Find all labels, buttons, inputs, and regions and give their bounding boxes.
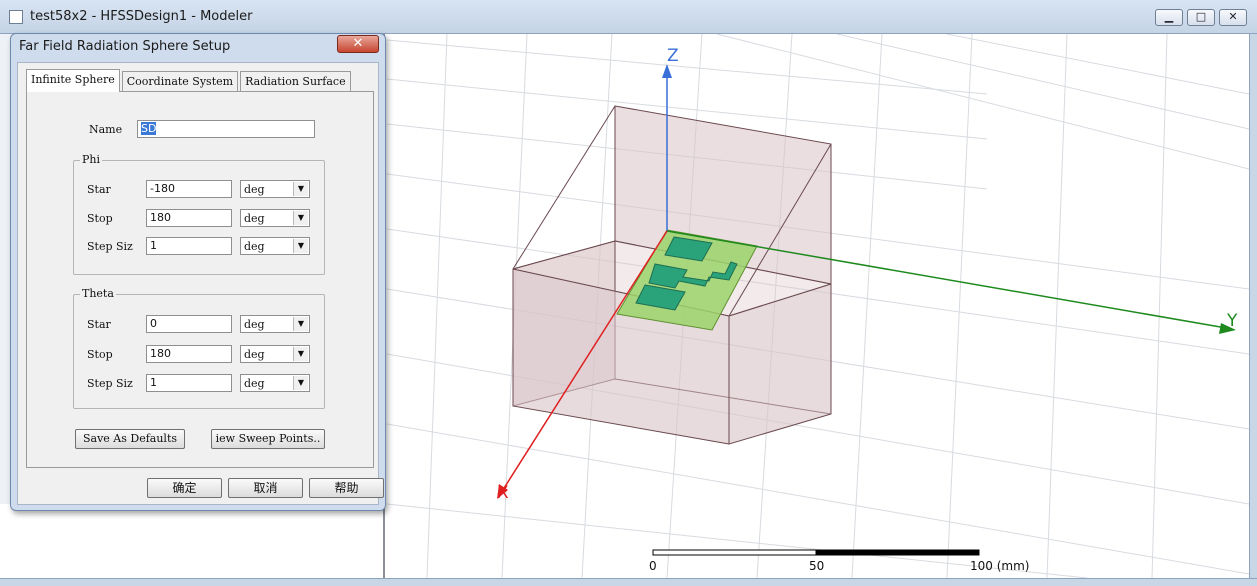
- chevron-down-icon: ▼: [293, 239, 308, 253]
- theta-group-title: Theta: [80, 287, 116, 300]
- help-button[interactable]: 帮助: [309, 478, 384, 498]
- phi-stop-label: Stop: [87, 212, 113, 225]
- phi-step-input[interactable]: 1: [146, 237, 232, 255]
- scale-label-max: 100 (mm): [970, 559, 1030, 573]
- minimize-button[interactable]: ▁: [1155, 9, 1183, 26]
- far-field-setup-dialog: Far Field Radiation Sphere Setup ✕ Infin…: [10, 33, 386, 511]
- phi-start-input[interactable]: -180: [146, 180, 232, 198]
- phi-group-title: Phi: [80, 153, 103, 166]
- phi-stop-input[interactable]: 180: [146, 209, 232, 227]
- axis-label-x: X: [497, 483, 509, 503]
- chevron-down-icon: ▼: [293, 347, 308, 361]
- cancel-button[interactable]: 取消: [228, 478, 303, 498]
- phi-step-label: Step Siz: [87, 240, 133, 253]
- window-title: test58x2 - HFSSDesign1 - Modeler: [30, 9, 253, 24]
- theta-step-unit-select[interactable]: deg ▼: [240, 374, 310, 392]
- chevron-down-icon: ▼: [293, 317, 308, 331]
- theta-start-input[interactable]: 0: [146, 315, 232, 333]
- theta-step-unit-value: deg: [244, 377, 265, 390]
- dialog-body: Infinite Sphere Coordinate System Radiat…: [17, 62, 384, 505]
- theta-stop-label: Stop: [87, 348, 113, 361]
- theta-step-input[interactable]: 1: [146, 374, 232, 392]
- theta-start-unit-select[interactable]: deg ▼: [240, 315, 310, 333]
- maximize-button[interactable]: □: [1187, 9, 1215, 26]
- window-bottom-border: [0, 578, 1257, 586]
- phi-start-label: Star: [87, 183, 111, 196]
- theta-start-unit-value: deg: [244, 318, 265, 331]
- window-right-border: [1249, 34, 1257, 578]
- infinite-sphere-panel: Name SD Phi Star -180 deg ▼ Stop 180 deg ▼…: [26, 91, 374, 468]
- phi-start-unit-value: deg: [244, 183, 265, 196]
- chevron-down-icon: ▼: [293, 182, 308, 196]
- name-field[interactable]: SD: [137, 120, 315, 138]
- phi-step-unit-value: deg: [244, 240, 265, 253]
- theta-stop-input[interactable]: 180: [146, 345, 232, 363]
- phi-step-unit-select[interactable]: deg ▼: [240, 237, 310, 255]
- axis-label-z: Z: [667, 46, 679, 66]
- phi-stop-unit-select[interactable]: deg ▼: [240, 209, 310, 227]
- close-button[interactable]: ✕: [1219, 9, 1247, 26]
- theta-step-label: Step Siz: [87, 377, 133, 390]
- window-controls: ▁ □ ✕: [1151, 9, 1247, 26]
- phi-group: Phi Star -180 deg ▼ Stop 180 deg ▼ Step Si…: [73, 153, 325, 275]
- main-titlebar: test58x2 - HFSSDesign1 - Modeler ▁ □ ✕: [0, 0, 1257, 34]
- chevron-down-icon: ▼: [293, 211, 308, 225]
- view-sweep-points-button[interactable]: iew Sweep Points..: [211, 429, 325, 449]
- modeler-viewport[interactable]: Z Y X 0 50 100 (mm): [387, 34, 1249, 578]
- name-label: Name: [89, 123, 123, 136]
- app-icon: [9, 10, 23, 24]
- tab-strip: Infinite Sphere Coordinate System Radiat…: [26, 69, 353, 92]
- name-field-value: SD: [141, 122, 157, 135]
- phi-stop-unit-value: deg: [244, 212, 265, 225]
- tab-infinite-sphere[interactable]: Infinite Sphere: [26, 69, 120, 92]
- axis-label-y: Y: [1227, 311, 1238, 331]
- scale-bar: [652, 549, 980, 556]
- ok-button[interactable]: 确定: [147, 478, 222, 498]
- phi-start-unit-select[interactable]: deg ▼: [240, 180, 310, 198]
- chevron-down-icon: ▼: [293, 376, 308, 390]
- save-as-defaults-button[interactable]: Save As Defaults: [75, 429, 185, 449]
- dialog-close-button[interactable]: ✕: [337, 35, 379, 53]
- theta-group: Theta Star 0 deg ▼ Stop 180 deg ▼ Step Siz…: [73, 287, 325, 409]
- theta-stop-unit-select[interactable]: deg ▼: [240, 345, 310, 363]
- tab-radiation-surface[interactable]: Radiation Surface: [240, 71, 351, 91]
- scale-label-mid: 50: [809, 559, 825, 573]
- viewport-canvas: [387, 34, 1249, 578]
- dialog-title: Far Field Radiation Sphere Setup: [19, 39, 231, 54]
- theta-start-label: Star: [87, 318, 111, 331]
- scale-label-min: 0: [649, 559, 657, 573]
- tab-coordinate-system[interactable]: Coordinate System: [121, 71, 239, 91]
- theta-stop-unit-value: deg: [244, 348, 265, 361]
